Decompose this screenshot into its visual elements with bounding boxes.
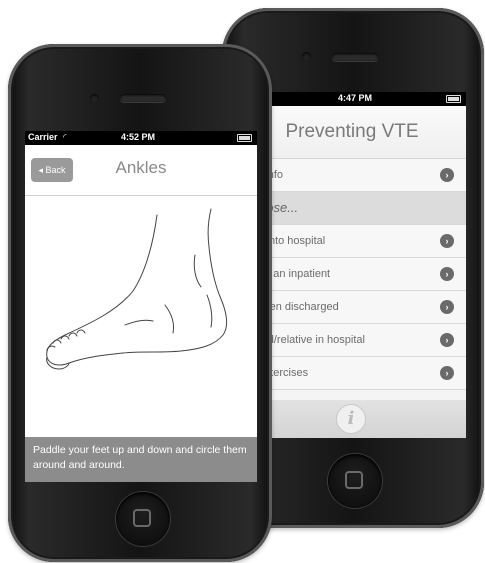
earpiece-speaker — [120, 94, 166, 102]
page-title: Preventing VTE — [238, 106, 466, 159]
ankles-screen: Carrier ◜ 4:52 PM ◂ Back Ankles Paddle y… — [25, 131, 257, 482]
list-item-friend-relative[interactable]: e a friend/relative in hospital › — [238, 324, 466, 357]
front-camera — [90, 94, 99, 103]
vte-screen: ◜ 4:47 PM Preventing VTE ground info › s… — [238, 92, 466, 438]
info-icon[interactable]: i — [336, 404, 366, 434]
section-header: se choose... — [238, 192, 466, 225]
earpiece-speaker — [332, 53, 378, 61]
battery-icon — [446, 95, 461, 103]
list-item-inpatient[interactable]: currently an inpatient › — [238, 258, 466, 291]
front-phone: Carrier ◜ 4:52 PM ◂ Back Ankles Paddle y… — [8, 44, 272, 562]
home-square-icon — [345, 471, 363, 489]
home-button[interactable] — [328, 454, 382, 508]
status-time: 4:52 PM — [121, 132, 156, 142]
list-item-background-info[interactable]: ground info › — [238, 159, 466, 192]
foot-illustration — [46, 208, 228, 370]
home-square-icon — [133, 509, 151, 527]
list-item-discharged[interactable]: e just been discharged › — [238, 291, 466, 324]
chevron-right-icon: › — [440, 366, 454, 380]
chevron-right-icon: › — [440, 234, 454, 248]
chevron-right-icon: › — [440, 300, 454, 314]
list-item-coming-into-hospital[interactable]: coming into hospital › — [238, 225, 466, 258]
home-button[interactable] — [116, 492, 170, 546]
status-time: 4:47 PM — [338, 93, 373, 103]
status-bar: Carrier ◜ 4:52 PM — [25, 131, 257, 145]
front-camera — [302, 52, 311, 61]
chevron-right-icon: › — [440, 333, 454, 347]
wifi-icon: ◜ — [63, 132, 67, 142]
chevron-right-icon: › — [440, 267, 454, 281]
instruction-caption: Paddle your feet up and down and circle … — [25, 437, 257, 482]
info-bar: i — [238, 400, 466, 438]
chevron-right-icon: › — [440, 168, 454, 182]
navigation-bar: ◂ Back Ankles — [25, 145, 257, 196]
battery-icon — [237, 134, 252, 142]
page-title: Ankles — [115, 158, 167, 177]
list-item-exercises[interactable]: t to do exercises › — [238, 357, 466, 390]
status-bar: ◜ 4:47 PM — [238, 92, 466, 106]
carrier-label: Carrier — [28, 132, 58, 142]
